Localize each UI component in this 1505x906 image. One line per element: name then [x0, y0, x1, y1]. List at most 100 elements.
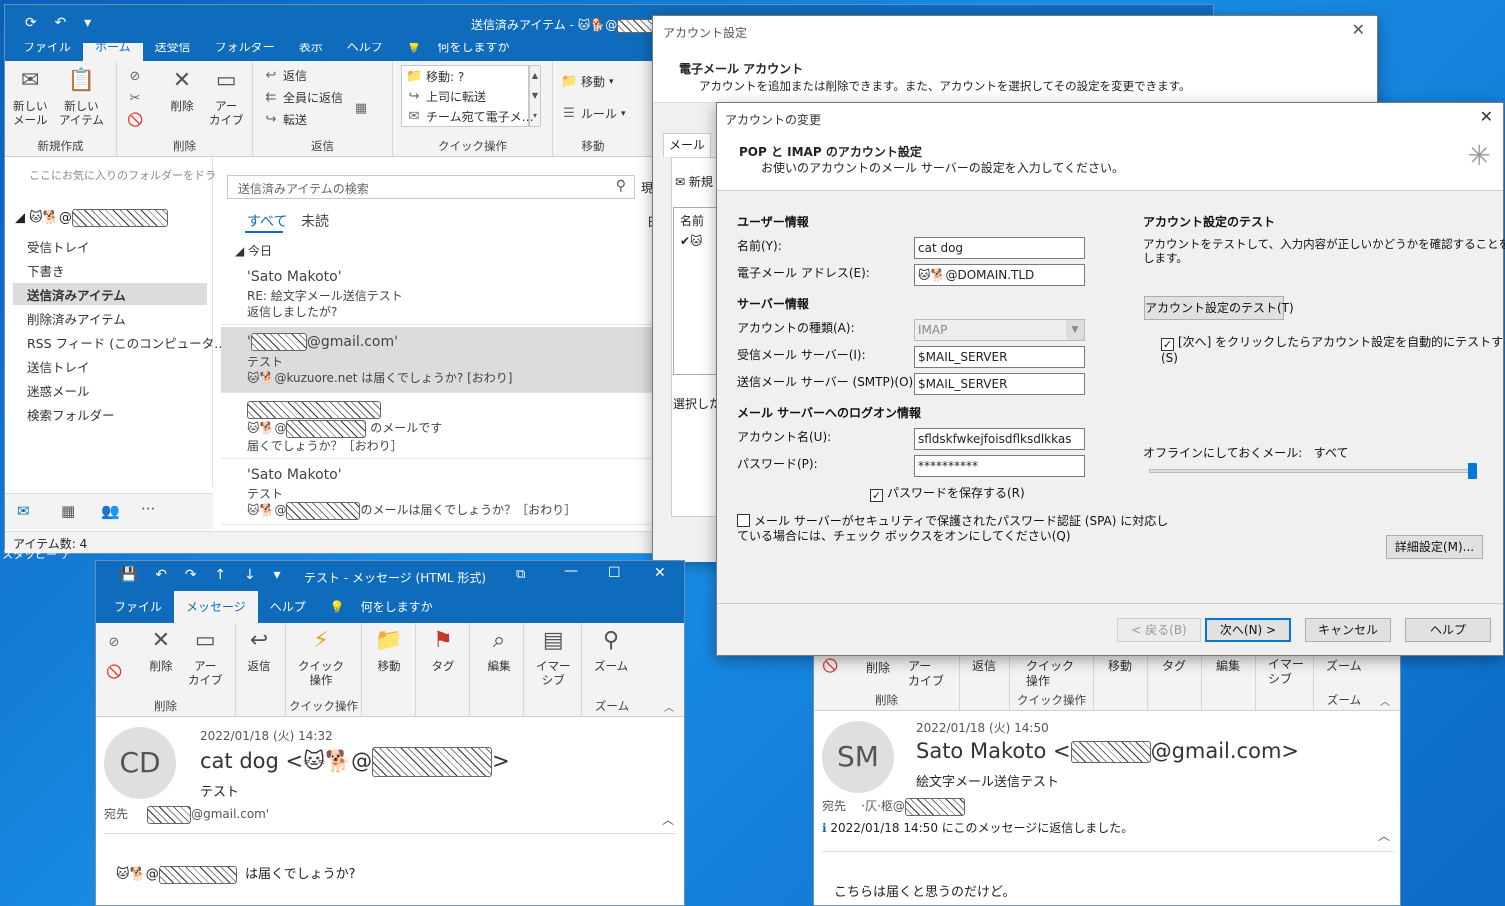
tab-mail[interactable]: メール	[663, 133, 711, 157]
quick-step-team[interactable]: ✉ チーム宛て電子メ…	[406, 108, 534, 125]
mail-icon[interactable]: ✉	[17, 502, 30, 520]
account-row[interactable]: ✔🐱	[680, 234, 703, 248]
folder-sent[interactable]: 送信済みアイテム	[27, 285, 126, 304]
account-name-field[interactable]: sfldskfwkejfoisdflksdlkkas	[914, 428, 1085, 450]
forward-button[interactable]: ↪ 転送	[263, 111, 307, 128]
delete-button[interactable]: ✕ 削除	[167, 67, 197, 114]
folder-search[interactable]: 検索フォルダー	[27, 405, 115, 424]
immersive-reader-button[interactable]: イマー シブ	[1268, 657, 1304, 687]
up-icon[interactable]: ↑	[214, 567, 226, 583]
reply-button[interactable]: 返信	[972, 657, 996, 674]
reply-from[interactable]: Sato Makoto < @gmail.com>	[916, 739, 1299, 763]
tell-me[interactable]: 💡 何をしますか	[318, 591, 457, 623]
tag-button[interactable]: タグ	[1162, 657, 1186, 674]
junk-button[interactable]: 🚫	[822, 659, 838, 674]
folder-outbox[interactable]: 送信トレイ	[27, 357, 90, 376]
reply-button[interactable]: ↩ 返信	[244, 627, 274, 674]
list-item[interactable]: ' @gmail.com' テスト 🐱🐕@kuzuore.net は届くでしょうか…	[221, 327, 653, 393]
ignore-button[interactable]: ⊘	[106, 635, 122, 650]
more-icon[interactable]: ···	[141, 500, 155, 518]
save-password-checkbox[interactable]: ✓ パスワードを保存する(R)	[870, 484, 1025, 502]
message-from[interactable]: cat dog <🐱🐕@ >	[200, 747, 510, 777]
outgoing-server-field[interactable]: $MAIL_SERVER	[914, 373, 1085, 395]
back-button[interactable]: < 戻る(B)	[1117, 618, 1201, 642]
save-icon[interactable]: 💾	[120, 567, 137, 583]
filter-unread[interactable]: 未読	[301, 211, 329, 231]
cleanup-button[interactable]: ✂	[127, 91, 143, 106]
archive-button[interactable]: ▭ アー カイブ	[209, 67, 244, 128]
folder-drafts[interactable]: 下書き	[27, 261, 65, 280]
tab-help[interactable]: ヘルプ	[258, 591, 318, 623]
email-field[interactable]: 🐱🐕@DOMAIN.TLD	[914, 264, 1085, 286]
delete-button[interactable]: 削除	[866, 659, 890, 676]
ribbon-display-icon[interactable]: ⧉	[516, 567, 525, 582]
help-button[interactable]: ヘルプ	[1405, 618, 1491, 642]
folder-rss[interactable]: RSS フィード (このコンピュータ…	[27, 333, 227, 352]
edit-button[interactable]: 編集	[1216, 657, 1240, 674]
zoom-button[interactable]: ⚲ ズーム	[594, 627, 628, 674]
undo-icon[interactable]: ↶	[155, 567, 167, 583]
minimize-icon[interactable]: —	[564, 563, 578, 579]
move-button[interactable]: 📁 移動	[374, 627, 404, 674]
collapse-ribbon-icon[interactable]: ︿	[664, 699, 674, 714]
folder-junk[interactable]: 迷惑メール	[27, 381, 90, 400]
archive-button[interactable]: アー カイブ	[908, 659, 944, 689]
quick-steps-scroll[interactable]: ▲ ▼ ▾	[529, 65, 541, 127]
immersive-reader-button[interactable]: ▤ イマー シブ	[536, 627, 571, 688]
undo-icon[interactable]: ↶	[55, 15, 67, 31]
maximize-icon[interactable]: ☐	[608, 565, 621, 581]
edit-button[interactable]: ⌕ 編集	[484, 627, 514, 674]
folder-deleted[interactable]: 削除済みアイテム	[27, 309, 126, 328]
reply-all-button[interactable]: ⇇ 全員に返信	[263, 89, 343, 106]
search-box[interactable]: 送信済みアイテムの検索 ⚲	[227, 175, 635, 199]
reply-button[interactable]: ↩ 返信	[263, 67, 307, 84]
spa-checkbox[interactable]: メール サーバーがセキュリティで保護されたパスワード認証 (SPA) に対応し …	[737, 514, 1168, 544]
sendreceive-icon[interactable]: ⟳	[25, 15, 37, 31]
cancel-button[interactable]: キャンセル	[1305, 618, 1391, 642]
collapse-ribbon-icon[interactable]: ︿	[1380, 693, 1390, 708]
quick-step-manager[interactable]: ↪ 上司に転送	[406, 88, 486, 105]
tab-file[interactable]: ファイル	[102, 591, 174, 623]
more-respond-button[interactable]: ▦	[353, 101, 369, 116]
quick-steps-button[interactable]: ⚡ クイック 操作	[298, 627, 344, 688]
list-item[interactable]: 'Sato Makoto' RE: 絵文字メール送信テスト 返信しましたが?	[221, 261, 653, 325]
new-mail-button[interactable]: ✉ 新しい メール	[13, 67, 48, 128]
checkbox-unchecked[interactable]	[737, 514, 750, 527]
test-account-button[interactable]: アカウント設定のテスト(T)	[1144, 296, 1294, 320]
filter-all[interactable]: すべて	[247, 211, 287, 231]
group-today[interactable]: ◢ 今日	[235, 242, 272, 259]
redo-icon[interactable]: ↷	[185, 567, 197, 583]
move-button[interactable]: 📁 移動 ▾	[561, 73, 614, 90]
close-icon[interactable]: ✕	[1352, 20, 1365, 39]
folder-inbox[interactable]: 受信トレイ	[27, 237, 90, 256]
move-button[interactable]: 移動	[1108, 657, 1132, 674]
name-field[interactable]: cat dog	[914, 237, 1085, 259]
new-account-button[interactable]: ✉ 新規	[675, 173, 713, 190]
quick-steps-gallery[interactable]: 📁 移動: ? ↪ 上司に転送 ✉ チーム宛て電子メ…	[401, 65, 534, 127]
list-item[interactable]: 'Sato Makoto' テスト 🐱🐕@ のメールは届くでしょうか？［おわり］	[221, 461, 653, 525]
junk-button[interactable]: 🚫	[127, 113, 143, 128]
ignore-button[interactable]: ⊘	[127, 69, 143, 84]
list-item[interactable]: 🐱🐕@ のメールです 届くでしょうか？［おわり］	[221, 395, 653, 459]
incoming-server-field[interactable]: $MAIL_SERVER	[914, 346, 1085, 368]
account-node[interactable]: ◢ 🐱🐕@	[15, 209, 168, 227]
new-item-button[interactable]: 📋 新しい アイテム	[59, 67, 104, 128]
collapse-header-icon[interactable]: ︿	[1378, 827, 1390, 844]
search-icon[interactable]: ⚲	[616, 178, 626, 194]
quick-steps-button[interactable]: クイック 操作	[1026, 659, 1074, 689]
people-icon[interactable]: 👥	[101, 502, 120, 520]
zoom-button[interactable]: ズーム	[1326, 657, 1362, 674]
more-settings-button[interactable]: 詳細設定(M)...	[1386, 535, 1483, 559]
down-icon[interactable]: ↓	[244, 567, 256, 583]
collapse-header-icon[interactable]: ︿	[662, 811, 674, 828]
password-field[interactable]: **********	[914, 455, 1085, 477]
calendar-icon[interactable]: ▦	[61, 502, 75, 520]
offline-slider-track[interactable]	[1149, 469, 1477, 473]
junk-button[interactable]: 🚫	[106, 665, 122, 680]
offline-slider-thumb[interactable]	[1468, 463, 1477, 479]
checkbox-checked[interactable]: ✓	[870, 489, 883, 502]
close-icon[interactable]: ✕	[1480, 107, 1493, 126]
next-button[interactable]: 次へ(N) >	[1205, 618, 1291, 642]
checkbox-checked[interactable]: ✓	[1161, 338, 1174, 351]
delete-button[interactable]: ✕ 削除	[146, 627, 176, 674]
